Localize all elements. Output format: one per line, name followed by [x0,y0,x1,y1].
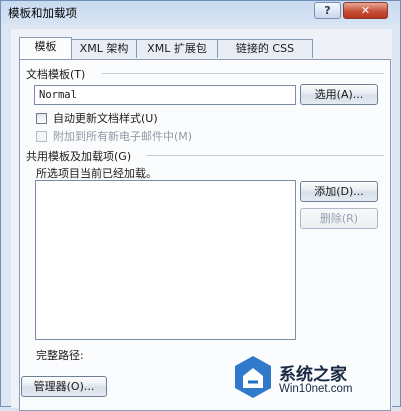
auto-update-checkbox[interactable]: 自动更新文档样式(U) [36,110,158,126]
full-path-label: 完整路径: [36,349,84,362]
tab-xml-expansion-pack[interactable]: XML 扩展包 [136,39,218,58]
dialog-window: 模板和加载项 ? ✕ 模板 XML 架构 XML 扩展包 链接的 CSS 文档模… [0,0,401,411]
group-divider [146,155,384,156]
tab-xml-schema[interactable]: XML 架构 [71,39,137,58]
tab-linked-css[interactable]: 链接的 CSS [217,39,313,58]
select-template-button[interactable]: 选用(A)... [300,84,378,105]
global-templates-group-label: 共用模板及加载项(G) [26,150,132,163]
group-divider [102,73,384,74]
loaded-caption: 所选项目当前已经加载。 [36,167,157,180]
tab-content-templates: 文档模板(T) Normal 选用(A)... 自动更新文档样式(U) 附加到所… [19,59,391,411]
remove-template-button[interactable]: 删除(R) [300,208,378,229]
checkbox-box [36,112,47,124]
window-title: 模板和加载项 [8,6,77,20]
checkbox-box [36,130,47,142]
auto-update-label: 自动更新文档样式(U) [53,112,158,125]
title-bar[interactable]: 模板和加载项 ? ✕ [1,1,400,23]
attach-email-checkbox[interactable]: 附加到所有新电子邮件中(M) [36,128,192,144]
attach-email-label: 附加到所有新电子邮件中(M) [53,130,193,143]
addins-listbox[interactable] [35,180,296,340]
close-icon: ✕ [360,4,371,17]
close-button[interactable]: ✕ [343,2,388,19]
doc-template-group-label: 文档模板(T) [26,68,86,81]
add-template-button[interactable]: 添加(D)... [300,181,378,202]
dialog-body: 模板 XML 架构 XML 扩展包 链接的 CSS 文档模板(T) Normal… [11,29,392,411]
template-path-input[interactable]: Normal [34,85,296,105]
help-icon: ? [324,4,331,17]
organizer-button[interactable]: 管理器(O)... [21,376,107,397]
help-button[interactable]: ? [314,2,341,19]
tab-templates[interactable]: 模板 [19,37,72,59]
